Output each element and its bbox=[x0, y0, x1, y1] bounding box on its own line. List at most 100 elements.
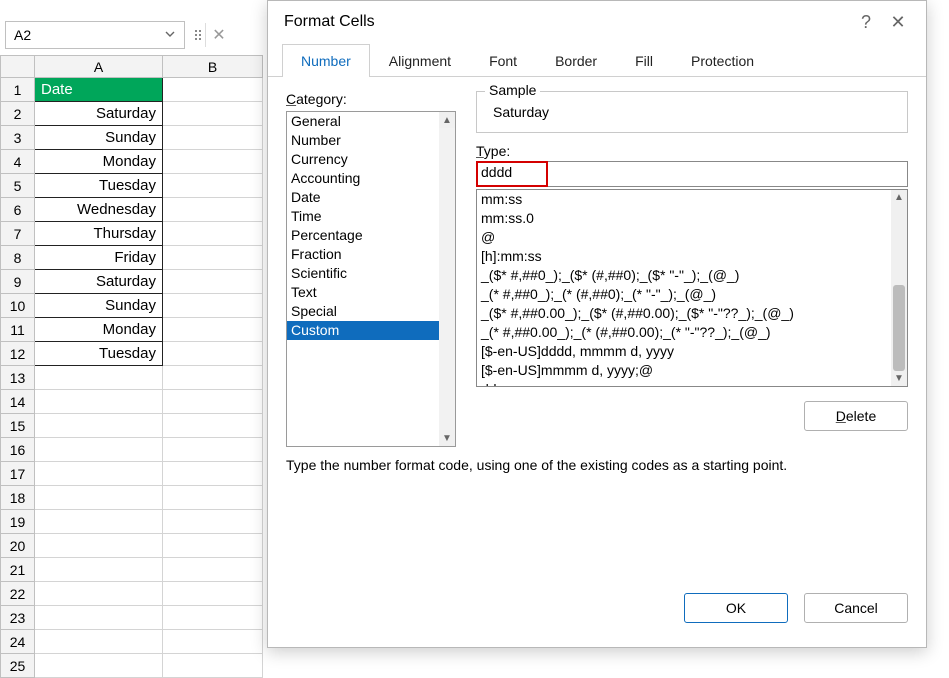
list-item[interactable]: @ bbox=[477, 228, 891, 247]
scrollbar[interactable]: ▲ ▼ bbox=[891, 190, 907, 386]
scroll-thumb[interactable] bbox=[893, 285, 905, 371]
row-header[interactable]: 16 bbox=[1, 438, 35, 462]
cell[interactable] bbox=[35, 366, 163, 390]
cell[interactable] bbox=[163, 174, 263, 198]
scroll-down-icon[interactable]: ▼ bbox=[891, 371, 907, 386]
column-header[interactable]: B bbox=[163, 56, 263, 78]
cell[interactable] bbox=[163, 246, 263, 270]
list-item[interactable]: mm:ss.0 bbox=[477, 209, 891, 228]
row-header[interactable]: 23 bbox=[1, 606, 35, 630]
row-header[interactable]: 5 bbox=[1, 174, 35, 198]
row-header[interactable]: 22 bbox=[1, 582, 35, 606]
select-all-corner[interactable] bbox=[1, 56, 35, 78]
cell[interactable] bbox=[163, 294, 263, 318]
cell[interactable]: Wednesday bbox=[35, 198, 163, 222]
cell[interactable] bbox=[163, 78, 263, 102]
category-listbox[interactable]: GeneralNumberCurrencyAccountingDateTimeP… bbox=[286, 111, 456, 447]
tab-protection[interactable]: Protection bbox=[672, 44, 773, 77]
row-header[interactable]: 8 bbox=[1, 246, 35, 270]
list-item[interactable]: Accounting bbox=[287, 169, 439, 188]
list-item[interactable]: Date bbox=[287, 188, 439, 207]
row-header[interactable]: 15 bbox=[1, 414, 35, 438]
name-box[interactable]: A2 bbox=[5, 21, 185, 49]
cell[interactable] bbox=[163, 270, 263, 294]
cancel-button[interactable]: Cancel bbox=[804, 593, 908, 623]
cell[interactable] bbox=[163, 342, 263, 366]
row-header[interactable]: 19 bbox=[1, 510, 35, 534]
tab-border[interactable]: Border bbox=[536, 44, 616, 77]
list-item[interactable]: [h]:mm:ss bbox=[477, 247, 891, 266]
scrollbar[interactable]: ▲ ▼ bbox=[439, 112, 455, 446]
cell[interactable]: Monday bbox=[35, 318, 163, 342]
cell[interactable] bbox=[163, 654, 263, 678]
tab-fill[interactable]: Fill bbox=[616, 44, 672, 77]
cell[interactable] bbox=[35, 654, 163, 678]
cell[interactable] bbox=[35, 438, 163, 462]
row-header[interactable]: 10 bbox=[1, 294, 35, 318]
list-item[interactable]: _(* #,##0_);_(* (#,##0);_(* "-"_);_(@_) bbox=[477, 285, 891, 304]
list-item[interactable]: Custom bbox=[287, 321, 439, 340]
scroll-down-icon[interactable]: ▼ bbox=[439, 430, 455, 446]
row-header[interactable]: 17 bbox=[1, 462, 35, 486]
list-item[interactable]: [$-en-US]mmmm d, yyyy;@ bbox=[477, 361, 891, 380]
cell[interactable]: Sunday bbox=[35, 294, 163, 318]
list-item[interactable]: General bbox=[287, 112, 439, 131]
type-input[interactable]: dddd bbox=[476, 161, 908, 187]
cell[interactable]: Monday bbox=[35, 150, 163, 174]
row-header[interactable]: 7 bbox=[1, 222, 35, 246]
row-header[interactable]: 24 bbox=[1, 630, 35, 654]
cell[interactable] bbox=[35, 510, 163, 534]
cell[interactable] bbox=[163, 150, 263, 174]
cell[interactable] bbox=[35, 558, 163, 582]
drag-handle-icon[interactable] bbox=[195, 30, 201, 40]
type-listbox[interactable]: mm:ssmm:ss.0@[h]:mm:ss_($* #,##0_);_($* … bbox=[476, 189, 908, 387]
row-header[interactable]: 12 bbox=[1, 342, 35, 366]
cell[interactable] bbox=[163, 510, 263, 534]
list-item[interactable]: mm:ss bbox=[477, 190, 891, 209]
list-item[interactable]: Fraction bbox=[287, 245, 439, 264]
cell[interactable]: Friday bbox=[35, 246, 163, 270]
cell[interactable] bbox=[163, 486, 263, 510]
list-item[interactable]: Text bbox=[287, 283, 439, 302]
row-header[interactable]: 2 bbox=[1, 102, 35, 126]
list-item[interactable]: dd-mm-yyyy bbox=[477, 380, 891, 386]
cell[interactable] bbox=[35, 414, 163, 438]
row-header[interactable]: 6 bbox=[1, 198, 35, 222]
cell[interactable] bbox=[163, 198, 263, 222]
tab-number[interactable]: Number bbox=[282, 44, 370, 77]
row-header[interactable]: 4 bbox=[1, 150, 35, 174]
cell[interactable]: Thursday bbox=[35, 222, 163, 246]
scroll-up-icon[interactable]: ▲ bbox=[439, 112, 455, 128]
list-item[interactable]: _(* #,##0.00_);_(* (#,##0.00);_(* "-"??_… bbox=[477, 323, 891, 342]
help-button[interactable]: ? bbox=[850, 6, 882, 38]
cell[interactable] bbox=[35, 390, 163, 414]
cell[interactable] bbox=[35, 582, 163, 606]
cell[interactable]: Date bbox=[35, 78, 163, 102]
cell[interactable] bbox=[163, 630, 263, 654]
list-item[interactable]: Scientific bbox=[287, 264, 439, 283]
list-item[interactable]: [$-en-US]dddd, mmmm d, yyyy bbox=[477, 342, 891, 361]
close-button[interactable]: ✕ bbox=[882, 6, 914, 38]
row-header[interactable]: 18 bbox=[1, 486, 35, 510]
column-header[interactable]: A bbox=[35, 56, 163, 78]
cell[interactable] bbox=[163, 390, 263, 414]
cell[interactable] bbox=[163, 102, 263, 126]
tab-font[interactable]: Font bbox=[470, 44, 536, 77]
row-header[interactable]: 21 bbox=[1, 558, 35, 582]
cell[interactable] bbox=[163, 606, 263, 630]
cell[interactable] bbox=[163, 222, 263, 246]
cell[interactable]: Tuesday bbox=[35, 174, 163, 198]
tab-alignment[interactable]: Alignment bbox=[370, 44, 470, 77]
cell[interactable] bbox=[35, 486, 163, 510]
cell[interactable] bbox=[163, 534, 263, 558]
cell[interactable] bbox=[163, 414, 263, 438]
row-header[interactable]: 14 bbox=[1, 390, 35, 414]
cell[interactable] bbox=[163, 366, 263, 390]
row-header[interactable]: 9 bbox=[1, 270, 35, 294]
spreadsheet[interactable]: A B 1Date2Saturday3Sunday4Monday5Tuesday… bbox=[0, 55, 265, 678]
list-item[interactable]: Number bbox=[287, 131, 439, 150]
list-item[interactable]: Special bbox=[287, 302, 439, 321]
cell[interactable] bbox=[35, 534, 163, 558]
delete-button[interactable]: Delete bbox=[804, 401, 908, 431]
ok-button[interactable]: OK bbox=[684, 593, 788, 623]
